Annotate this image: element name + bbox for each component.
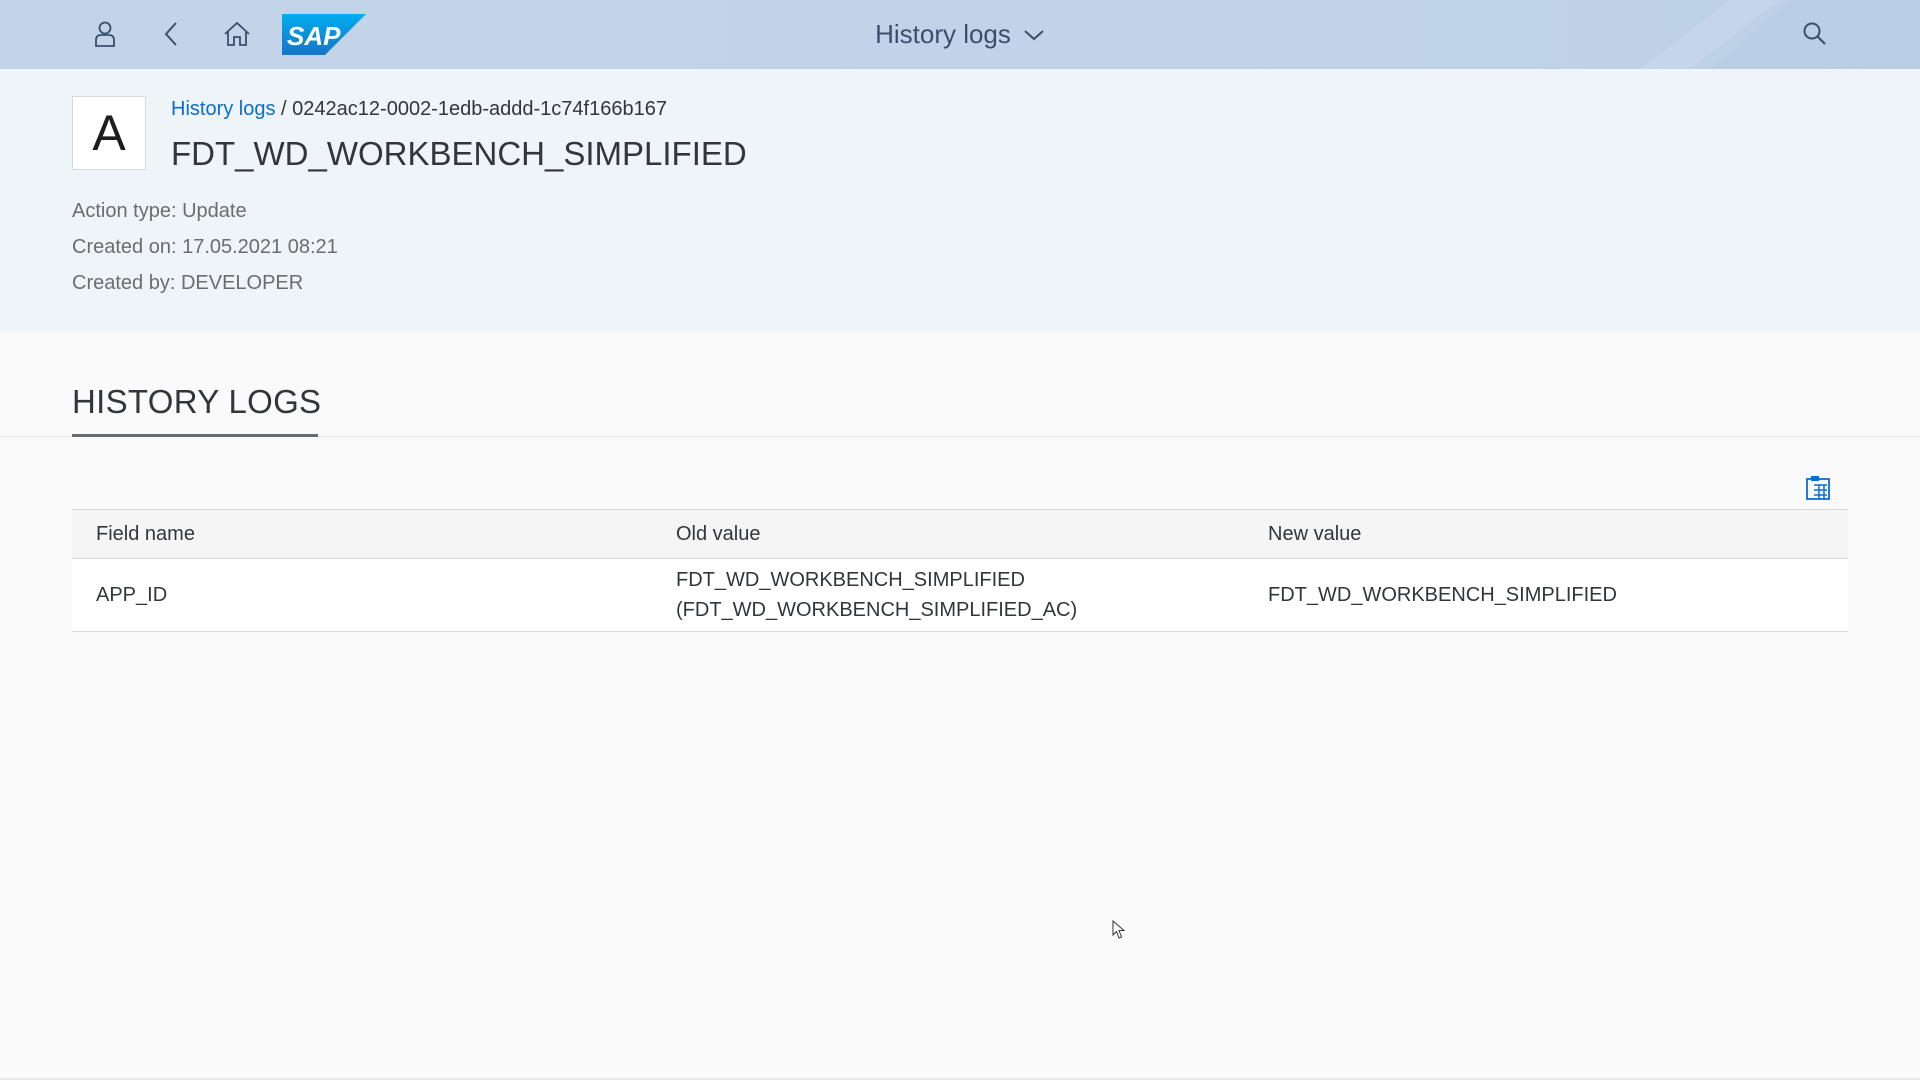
shell-title: History logs [875, 19, 1011, 49]
breadcrumb: History logs / 0242ac12-0002-1edb-addd-1… [171, 98, 667, 121]
table-row[interactable]: APP_ID FDT_WD_WORKBENCH_SIMPLIFIED (FDT_… [72, 559, 1848, 632]
attribute-value: Update [182, 200, 247, 222]
attribute-created-by: Created by: DEVELOPER [72, 272, 303, 295]
column-header-new-value[interactable]: New value [1268, 510, 1361, 558]
attribute-value: DEVELOPER [180, 272, 304, 294]
attribute-value: 17.05.2021 08:21 [182, 236, 338, 258]
section-tab-indicator [72, 434, 318, 437]
column-header-old-value[interactable]: Old value [676, 510, 761, 558]
column-header-field-name[interactable]: Field name [96, 510, 195, 558]
mouse-cursor-icon [1112, 920, 1126, 939]
history-logs-table: Field name Old value New value APP_ID FD… [72, 509, 1848, 632]
breadcrumb-separator: / [281, 98, 287, 120]
back-button[interactable] [150, 13, 192, 55]
breadcrumb-link-history-logs[interactable]: History logs [171, 98, 275, 120]
cell-old-value-line: FDT_WD_WORKBENCH_SIMPLIFIED [676, 569, 1025, 591]
search-icon [1803, 22, 1826, 45]
home-button[interactable] [216, 13, 258, 55]
shell-bar: SAP History logs [0, 0, 1920, 69]
attribute-label: Action type: [72, 200, 177, 222]
attribute-label: Created by: [72, 272, 176, 294]
back-arrow-icon [164, 22, 177, 46]
user-button[interactable] [84, 13, 126, 55]
object-header: A History logs / 0242ac12-0002-1edb-addd… [0, 69, 1920, 331]
page-title: FDT_WD_WORKBENCH_SIMPLIFIED [171, 135, 747, 172]
shell-decoration [1640, 0, 1920, 69]
cell-old-value-line: (FDT_WD_WORKBENCH_SIMPLIFIED_AC) [676, 599, 1078, 621]
chevron-down-icon [1024, 29, 1044, 40]
cell-old-value: FDT_WD_WORKBENCH_SIMPLIFIED (FDT_WD_WORK… [676, 559, 1077, 631]
attribute-action-type: Action type: Update [72, 200, 247, 223]
attribute-created-on: Created on: 17.05.2021 08:21 [72, 236, 338, 259]
avatar: A [72, 96, 146, 170]
section-title[interactable]: HISTORY LOGS [72, 383, 321, 421]
home-icon [224, 21, 250, 46]
user-icon [95, 21, 115, 47]
svg-text:SAP: SAP [287, 21, 341, 51]
cell-field-name: APP_ID [96, 584, 168, 606]
attribute-label: Created on: [72, 236, 177, 258]
sap-logo[interactable]: SAP [282, 14, 366, 55]
export-spreadsheet-icon [1806, 476, 1830, 500]
table-header-row: Field name Old value New value [72, 509, 1848, 559]
shell-title-menu[interactable]: History logs [875, 19, 1045, 50]
cell-new-value: FDT_WD_WORKBENCH_SIMPLIFIED [1268, 584, 1617, 606]
export-button[interactable] [1800, 470, 1836, 506]
breadcrumb-current: 0242ac12-0002-1edb-addd-1c74f166b167 [292, 98, 667, 120]
search-button[interactable] [1794, 13, 1836, 55]
